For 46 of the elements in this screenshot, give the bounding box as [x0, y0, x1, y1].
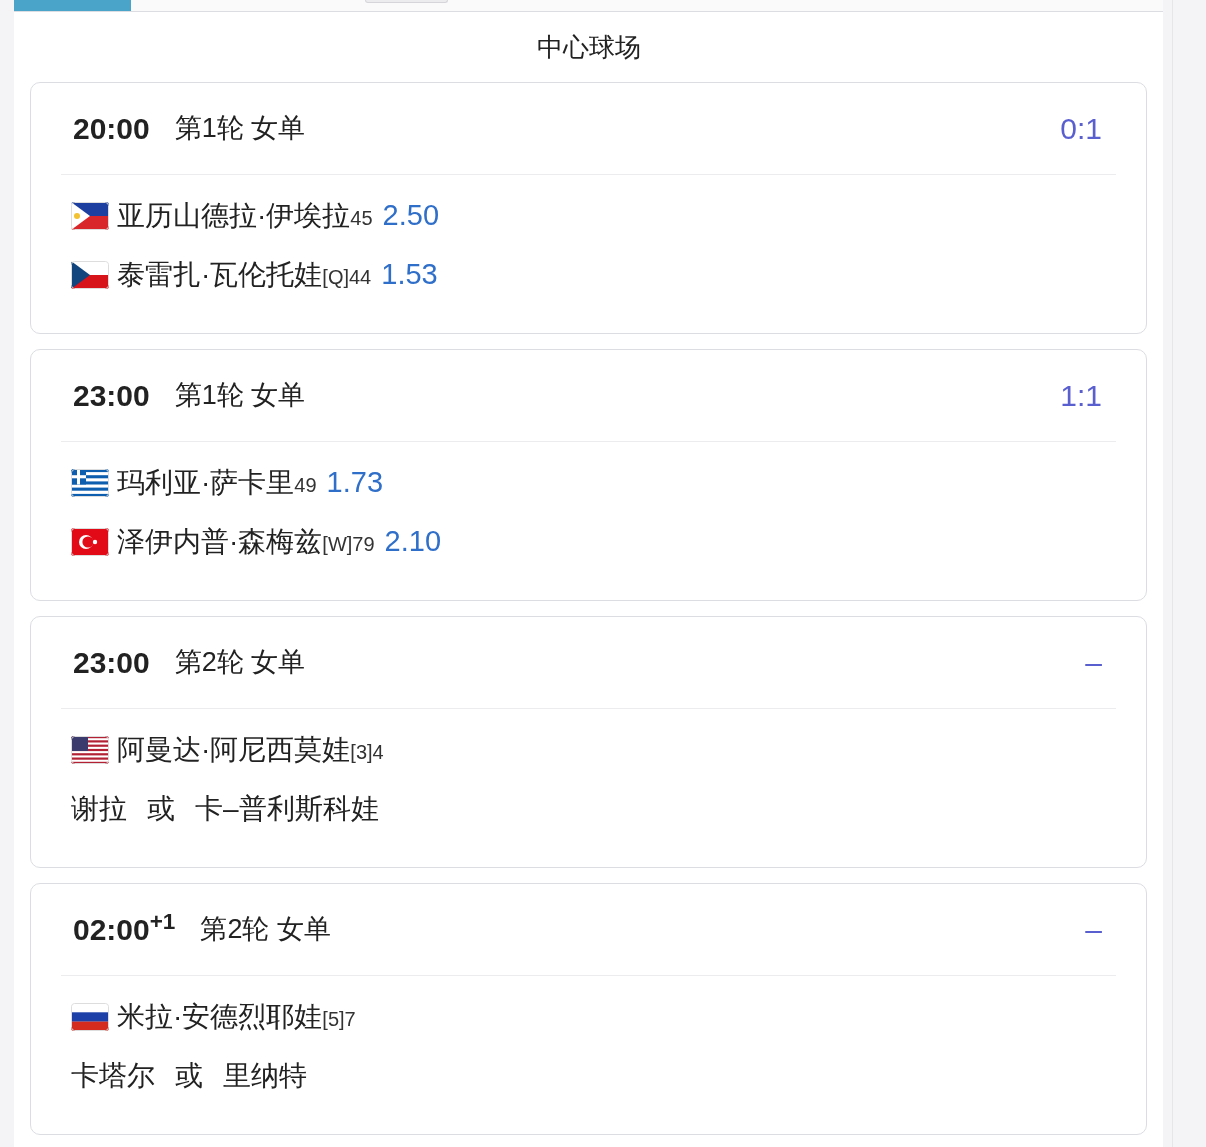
match-round: 第1轮 女单 — [174, 112, 306, 146]
flag-icon — [71, 201, 109, 230]
player-name: 玛利亚·萨卡里 — [117, 465, 295, 500]
player-name: 卡–普利斯科娃 — [195, 791, 379, 826]
match-score: 0:1 — [1060, 111, 1102, 147]
player-rank: 45 — [350, 206, 373, 231]
match-card[interactable]: 23:00 第1轮 女单 1:1 玛利亚·萨卡里49 1.73 泽伊内普·森梅兹[W]79 2.10 — [30, 349, 1147, 601]
player-rank: 49 — [294, 473, 317, 498]
match-card[interactable]: 02:00$^{+1}$ 第2轮 女单 – 米拉·安德烈耶娃[5]7 卡塔尔 或 里纳特 — [30, 883, 1147, 1135]
flag-icon — [71, 527, 109, 556]
match-time: 02:00$^{+1}$ — [73, 907, 176, 948]
player-name: 米拉·安德烈耶娃 — [117, 999, 323, 1034]
or-label: 或 — [175, 1058, 203, 1093]
player-rank: [5]7 — [322, 1006, 356, 1032]
court-title: 中心球场 — [536, 31, 641, 64]
odds-value: 2.10 — [384, 523, 442, 559]
active-tab-indicator[interactable] — [14, 0, 131, 11]
match-round: 第2轮 女单 — [174, 646, 306, 680]
player-name: 阿曼达·阿尼西莫娃 — [117, 732, 351, 767]
match-card[interactable]: 23:00 第2轮 女单 – 阿曼达·阿尼西莫娃[3]4 谢拉 或 卡–普利斯科娃 — [30, 616, 1147, 868]
odds-value: 1.53 — [381, 256, 438, 292]
flag-icon — [71, 468, 109, 497]
player-name: 里纳特 — [223, 1058, 307, 1093]
match-score: 1:1 — [1060, 378, 1102, 414]
flag-icon — [71, 735, 109, 764]
odds-value: 1.73 — [326, 464, 384, 500]
player-name: 泽伊内普·森梅兹 — [117, 524, 323, 559]
or-label: 或 — [147, 791, 175, 826]
odds-value: 2.50 — [382, 197, 440, 233]
match-card[interactable]: 20:00 第1轮 女单 0:1 亚历山德拉·伊埃拉45 2.50 泰雷扎·瓦伦托娃[Q]44 1.53 — [30, 82, 1147, 334]
match-round: 第1轮 女单 — [174, 379, 306, 413]
player-name: 泰雷扎·瓦伦托娃 — [117, 257, 323, 292]
flag-icon — [71, 260, 109, 289]
match-time: 20:00 — [73, 111, 150, 147]
match-round: 第2轮 女单 — [200, 913, 331, 947]
player-name: 卡塔尔 — [71, 1058, 155, 1093]
player-name: 亚历山德拉·伊埃拉 — [117, 198, 351, 233]
player-rank: [Q]44 — [322, 264, 372, 290]
player-rank: [W]79 — [322, 531, 375, 557]
match-score: – — [1085, 645, 1102, 681]
match-score: – — [1085, 912, 1102, 948]
match-time: 23:00 — [73, 645, 150, 681]
match-time: 23:00 — [73, 378, 150, 414]
player-rank: [3]4 — [350, 739, 384, 765]
player-name: 谢拉 — [71, 791, 127, 826]
flag-icon — [71, 1002, 109, 1031]
